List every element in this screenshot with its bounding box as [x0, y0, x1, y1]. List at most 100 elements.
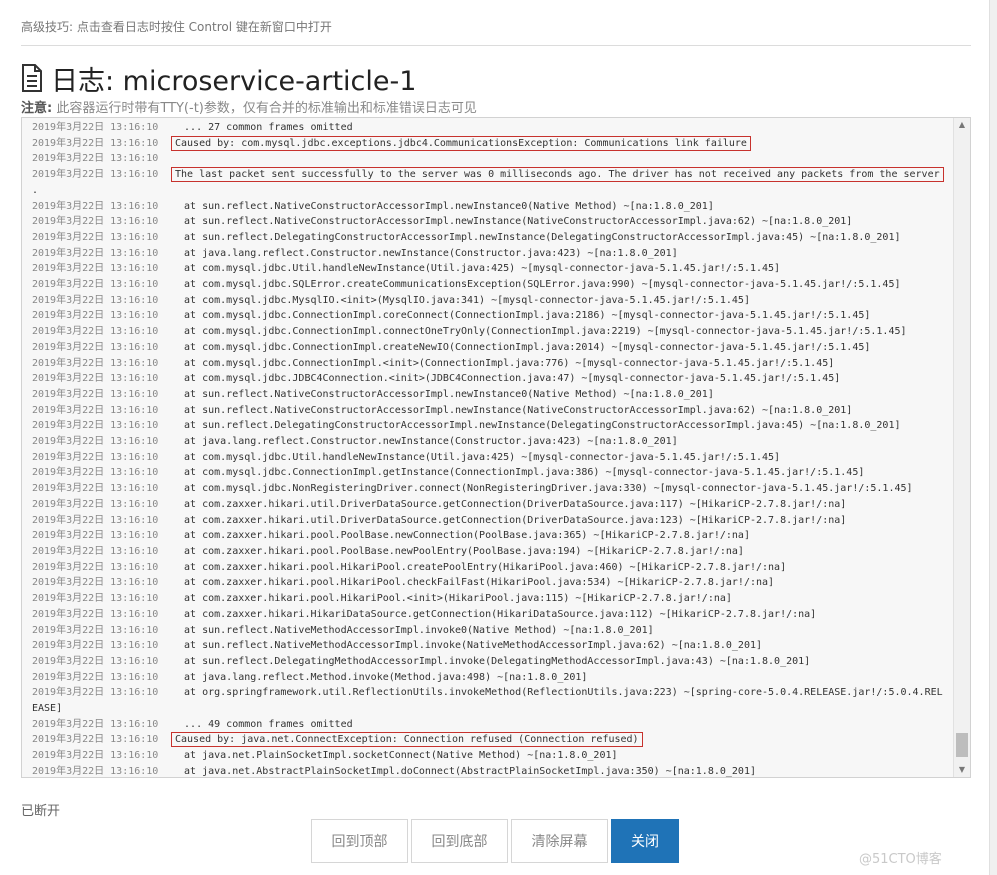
- log-timestamp: 2019年3月22日 13:16:10: [32, 608, 159, 620]
- log-line: 2019年3月22日 13:16:10: [32, 151, 952, 167]
- log-viewer[interactable]: 2019年3月22日 13:16:10 ... 27 common frames…: [21, 117, 971, 778]
- log-timestamp: 2019年3月22日 13:16:10: [32, 200, 159, 212]
- log-message: at com.zaxxer.hikari.pool.PoolBase.newCo…: [172, 530, 750, 542]
- log-timestamp: 2019年3月22日 13:16:10: [32, 169, 159, 181]
- log-timestamp: 2019年3月22日 13:16:10: [32, 655, 159, 667]
- log-message: at com.mysql.jdbc.Util.handleNewInstance…: [172, 451, 781, 463]
- log-message: at sun.reflect.NativeConstructorAccessor…: [172, 216, 853, 228]
- log-timestamp: 2019年3月22日 13:16:10: [32, 467, 159, 479]
- log-message: at java.net.AbstractPlainSocketImpl.doCo…: [172, 765, 756, 777]
- log-message: at com.zaxxer.hikari.util.DriverDataSour…: [172, 514, 847, 526]
- log-timestamp: 2019年3月22日 13:16:10: [32, 545, 159, 557]
- log-line: 2019年3月22日 13:16:10 at com.zaxxer.hikari…: [32, 513, 952, 529]
- highlighted-log-message: Caused by: com.mysql.jdbc.exceptions.jdb…: [171, 135, 751, 151]
- scrollbar-thumb[interactable]: [956, 733, 968, 757]
- log-line: 2019年3月22日 13:16:10 at com.mysql.jdbc.Ut…: [32, 450, 952, 466]
- log-message: at com.mysql.jdbc.ConnectionImpl.connect…: [172, 326, 907, 338]
- log-message: at sun.reflect.DelegatingMethodAccessorI…: [172, 655, 811, 667]
- log-line: 2019年3月22日 13:16:10 at com.zaxxer.hikari…: [32, 544, 952, 560]
- log-timestamp: 2019年3月22日 13:16:10: [32, 436, 159, 448]
- log-line: 2019年3月22日 13:16:10 at com.mysql.jdbc.Ut…: [32, 261, 952, 277]
- scroll-up-icon[interactable]: ▲: [954, 118, 970, 132]
- log-message: ... 49 common frames omitted: [172, 718, 353, 730]
- log-line: 2019年3月22日 13:16:10 at sun.reflect.Deleg…: [32, 418, 952, 434]
- log-line: 2019年3月22日 13:16:10 at com.zaxxer.hikari…: [32, 575, 952, 591]
- log-lines: 2019年3月22日 13:16:10 ... 27 common frames…: [32, 120, 952, 777]
- log-message: at sun.reflect.NativeConstructorAccessor…: [172, 200, 714, 212]
- highlighted-log-message: The last packet sent successfully to the…: [171, 167, 944, 183]
- log-line: 2019年3月22日 13:16:10 at sun.reflect.Deleg…: [32, 230, 952, 246]
- log-message: at com.mysql.jdbc.JDBC4Connection.<init>…: [172, 373, 841, 385]
- log-timestamp: 2019年3月22日 13:16:10: [32, 341, 159, 353]
- connection-status: 已断开: [21, 804, 61, 819]
- log-line: 2019年3月22日 13:16:10 at com.mysql.jdbc.Co…: [32, 340, 952, 356]
- note-text: 此容器运行时带有TTY(-t)参数，仅有合并的标准输出和标准错误日志可见: [52, 101, 477, 116]
- log-message: at com.mysql.jdbc.MysqlIO.<init>(MysqlIO…: [172, 294, 750, 306]
- log-timestamp: 2019年3月22日 13:16:10: [32, 388, 159, 400]
- log-line: 2019年3月22日 13:16:10 at java.lang.reflect…: [32, 246, 952, 262]
- log-message: at sun.reflect.DelegatingConstructorAcce…: [172, 420, 901, 432]
- log-timestamp: 2019年3月22日 13:16:10: [32, 279, 159, 291]
- log-line: 2019年3月22日 13:16:10 at sun.reflect.Nativ…: [32, 214, 952, 230]
- log-message: at com.mysql.jdbc.ConnectionImpl.getInst…: [172, 467, 865, 479]
- log-line: 2019年3月22日 13:16:10 at java.net.PlainSoc…: [32, 748, 952, 764]
- scroll-bottom-button[interactable]: 回到底部: [411, 819, 508, 863]
- log-line: EASE]: [32, 701, 952, 717]
- log-timestamp: 2019年3月22日 13:16:10: [32, 514, 159, 526]
- log-line: 2019年3月22日 13:16:10 at sun.reflect.Nativ…: [32, 403, 952, 419]
- highlighted-log-message: Caused by: java.net.ConnectException: Co…: [171, 732, 643, 748]
- window-edge: [989, 0, 997, 875]
- log-message: at com.zaxxer.hikari.util.DriverDataSour…: [172, 498, 847, 510]
- log-message: at com.zaxxer.hikari.HikariDataSource.ge…: [172, 608, 817, 620]
- log-message: at sun.reflect.NativeConstructorAccessor…: [172, 404, 853, 416]
- log-timestamp: 2019年3月22日 13:16:10: [32, 263, 159, 275]
- log-line: 2019年3月22日 13:16:10 at com.mysql.jdbc.Co…: [32, 308, 952, 324]
- log-line: 2019年3月22日 13:16:10 at com.zaxxer.hikari…: [32, 528, 952, 544]
- log-timestamp: 2019年3月22日 13:16:10: [32, 750, 159, 762]
- log-message: at com.mysql.jdbc.ConnectionImpl.<init>(…: [172, 357, 835, 369]
- log-timestamp: 2019年3月22日 13:16:10: [32, 498, 159, 510]
- scroll-top-button[interactable]: 回到顶部: [311, 819, 408, 863]
- log-message: at java.net.PlainSocketImpl.socketConnec…: [172, 750, 618, 762]
- log-timestamp: 2019年3月22日 13:16:10: [32, 624, 159, 636]
- log-message: at com.zaxxer.hikari.pool.PoolBase.newPo…: [172, 545, 744, 557]
- divider: [21, 45, 971, 46]
- log-message: at com.mysql.jdbc.ConnectionImpl.createN…: [172, 341, 871, 353]
- log-message: at java.lang.reflect.Constructor.newInst…: [172, 436, 678, 448]
- log-line: 2019年3月22日 13:16:10 at com.mysql.jdbc.Co…: [32, 324, 952, 340]
- log-message: at com.zaxxer.hikari.pool.HikariPool.che…: [172, 577, 775, 589]
- log-line: 2019年3月22日 13:16:10 at sun.reflect.Nativ…: [32, 623, 952, 639]
- log-timestamp: 2019年3月22日 13:16:10: [32, 247, 159, 259]
- log-timestamp: 2019年3月22日 13:16:10: [32, 687, 159, 699]
- log-line: 2019年3月22日 13:16:10 at java.lang.reflect…: [32, 670, 952, 686]
- log-line: 2019年3月22日 13:16:10 at com.zaxxer.hikari…: [32, 497, 952, 513]
- log-line: 2019年3月22日 13:16:10 at com.mysql.jdbc.Co…: [32, 356, 952, 372]
- log-line: 2019年3月22日 13:16:10 at sun.reflect.Nativ…: [32, 199, 952, 215]
- log-message: at com.mysql.jdbc.Util.handleNewInstance…: [172, 263, 781, 275]
- log-timestamp: 2019年3月22日 13:16:10: [32, 122, 159, 133]
- log-line: .: [32, 183, 952, 199]
- log-line: 2019年3月22日 13:16:10 at sun.reflect.Deleg…: [32, 654, 952, 670]
- log-message: at com.zaxxer.hikari.pool.HikariPool.<in…: [172, 593, 732, 605]
- log-line: 2019年3月22日 13:16:10 at com.mysql.jdbc.My…: [32, 293, 952, 309]
- scroll-down-icon[interactable]: ▼: [954, 763, 970, 777]
- log-line: 2019年3月22日 13:16:10 at java.net.Abstract…: [32, 764, 952, 777]
- log-message: at com.zaxxer.hikari.pool.HikariPool.cre…: [172, 561, 787, 573]
- clear-screen-button[interactable]: 清除屏幕: [511, 819, 608, 863]
- log-timestamp: 2019年3月22日 13:16:10: [32, 451, 159, 463]
- action-buttons: 回到顶部 回到底部 清除屏幕 关闭: [311, 819, 679, 863]
- log-line: 2019年3月22日 13:16:10 at com.mysql.jdbc.No…: [32, 481, 952, 497]
- log-message: at com.mysql.jdbc.ConnectionImpl.coreCon…: [172, 310, 871, 322]
- note-label: 注意:: [21, 101, 53, 116]
- log-message: ... 27 common frames omitted: [172, 122, 353, 133]
- log-timestamp: 2019年3月22日 13:16:10: [32, 373, 159, 385]
- log-line: 2019年3月22日 13:16:10 Caused by: com.mysql.…: [32, 135, 952, 152]
- close-button[interactable]: 关闭: [611, 819, 679, 863]
- log-timestamp: 2019年3月22日 13:16:10: [32, 640, 159, 652]
- log-timestamp: 2019年3月22日 13:16:10: [32, 420, 159, 432]
- log-line: 2019年3月22日 13:16:10 The last packet sent …: [32, 167, 952, 183]
- log-timestamp: 2019年3月22日 13:16:10: [32, 231, 159, 243]
- log-scrollbar[interactable]: ▲ ▼: [953, 118, 970, 777]
- log-line: 2019年3月22日 13:16:10 at org.springframewo…: [32, 685, 952, 701]
- log-message: at sun.reflect.NativeMethodAccessorImpl.…: [172, 640, 763, 652]
